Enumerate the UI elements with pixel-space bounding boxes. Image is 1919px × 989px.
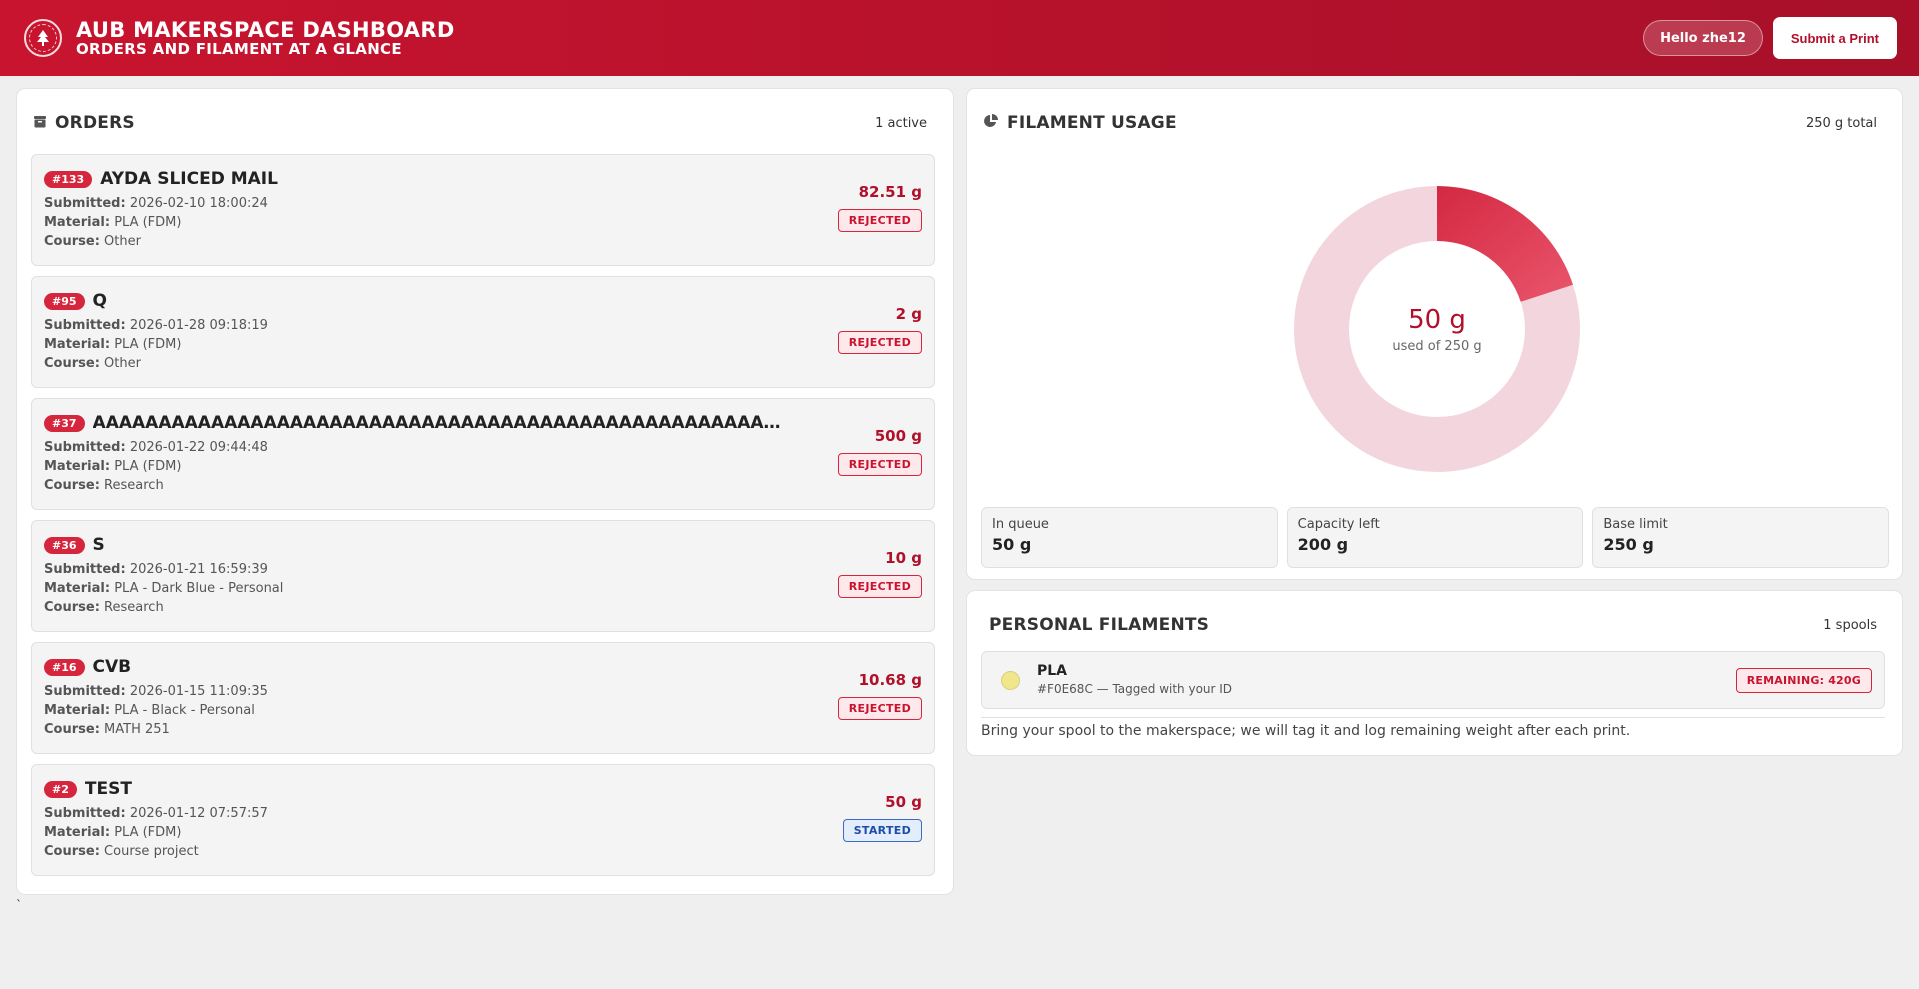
order-course: Course: Other (44, 356, 141, 371)
brand: AUB MAKERSPACE DASHBOARD ORDERS AND FILA… (24, 19, 455, 58)
order-submitted: Submitted: 2026-01-12 07:57:57 (44, 806, 268, 821)
order-course: Course: Research (44, 478, 164, 493)
filament-usage-card: FILAMENT USAGE 250 g total 50 g used of … (966, 88, 1903, 580)
spool-item[interactable]: PLA #F0E68C — Tagged with your ID REMAIN… (981, 651, 1885, 709)
order-name: Q (92, 291, 107, 311)
spool-remaining-badge: REMAINING: 420G (1735, 668, 1872, 693)
order-item[interactable]: #133 AYDA SLICED MAIL Submitted: 2026-02… (31, 154, 935, 266)
stray-text: ` (16, 898, 22, 912)
order-material: Material: PLA - Black - Personal (44, 703, 255, 718)
order-id-badge: #37 (44, 414, 85, 432)
order-id-badge: #2 (44, 780, 77, 798)
donut-used-label: used of 250 g (1392, 338, 1482, 354)
stat-value: 250 g (1603, 535, 1654, 554)
order-name: CVB (92, 657, 132, 677)
order-item[interactable]: #16 CVB Submitted: 2026-01-15 11:09:35 M… (31, 642, 935, 754)
order-material: Material: PLA - Dark Blue - Personal (44, 581, 284, 596)
stat-value: 50 g (992, 535, 1032, 554)
order-item[interactable]: #36 S Submitted: 2026-01-21 16:59:39 Mat… (31, 520, 935, 632)
spool-meta: #F0E68C — Tagged with your ID (1037, 682, 1233, 696)
order-id-badge: #36 (44, 536, 85, 554)
submit-print-button[interactable]: Submit a Print (1772, 17, 1897, 59)
orders-title: ORDERS (55, 113, 135, 133)
order-material: Material: PLA (FDM) (44, 215, 182, 230)
top-bar: AUB MAKERSPACE DASHBOARD ORDERS AND FILA… (0, 0, 1919, 76)
personal-filaments-title: PERSONAL FILAMENTS (989, 615, 1210, 635)
usage-donut-chart: 50 g used of 250 g (1265, 157, 1609, 501)
order-item[interactable]: #37 AAAAAAAAAAAAAAAAAAAAAAAAAAAAAAAAAAAA… (31, 398, 935, 510)
usage-stats: In queue 50 g Capacity left 200 g Base l… (981, 507, 1890, 568)
divider (981, 717, 1885, 718)
order-weight: 500 g (874, 427, 922, 445)
order-name: TEST (84, 779, 132, 799)
user-greeting[interactable]: Hello zhe12 (1643, 20, 1763, 56)
order-weight: 50 g (885, 793, 922, 811)
order-material: Material: PLA (FDM) (44, 825, 182, 840)
order-submitted: Submitted: 2026-01-21 16:59:39 (44, 562, 268, 577)
spool-name: PLA (1037, 663, 1068, 679)
order-weight: 10 g (885, 549, 922, 567)
order-weight: 82.51 g (858, 183, 922, 201)
order-status-badge: REJECTED (837, 209, 922, 232)
stat-label: Capacity left (1297, 517, 1380, 532)
order-course: Course: Research (44, 600, 164, 615)
order-id-badge: #133 (44, 170, 93, 188)
spool-note: Bring your spool to the makerspace; we w… (981, 723, 1631, 739)
order-submitted: Submitted: 2026-02-10 18:00:24 (44, 196, 268, 211)
pie-chart-icon (983, 113, 999, 134)
order-name: AAAAAAAAAAAAAAAAAAAAAAAAAAAAAAAAAAAAAAAA… (92, 413, 783, 433)
orders-active-count: 1 active (875, 115, 927, 131)
order-submitted: Submitted: 2026-01-15 11:09:35 (44, 684, 268, 699)
donut-used-value: 50 g (1408, 304, 1466, 335)
order-submitted: Submitted: 2026-01-22 09:44:48 (44, 440, 268, 455)
order-material: Material: PLA (FDM) (44, 337, 182, 352)
order-submitted: Submitted: 2026-01-28 09:18:19 (44, 318, 268, 333)
stat-value: 200 g (1297, 535, 1349, 554)
filament-usage-title: FILAMENT USAGE (1007, 113, 1177, 133)
order-item[interactable]: #2 TEST Submitted: 2026-01-12 07:57:57 M… (31, 764, 935, 876)
app-title: AUB MAKERSPACE DASHBOARD (76, 17, 455, 42)
order-id-badge: #16 (44, 658, 85, 676)
order-course: Course: Other (44, 234, 141, 249)
orders-list: #133 AYDA SLICED MAIL Submitted: 2026-02… (31, 154, 935, 886)
personal-filaments-card: PERSONAL FILAMENTS 1 spools PLA #F0E68C … (966, 590, 1903, 756)
order-material: Material: PLA (FDM) (44, 459, 182, 474)
order-status-badge: REJECTED (837, 331, 922, 354)
app-subtitle: ORDERS AND FILAMENT AT A GLANCE (76, 39, 402, 58)
order-course: Course: Course project (44, 844, 199, 859)
stat-label: In queue (992, 517, 1049, 532)
stat-label: Base limit (1603, 517, 1668, 532)
order-status-badge: REJECTED (837, 575, 922, 598)
order-status-badge: STARTED (842, 819, 922, 842)
order-status-badge: REJECTED (837, 697, 922, 720)
order-name: S (92, 535, 105, 555)
filament-total: 250 g total (1805, 115, 1877, 131)
usage-stat: Base limit 250 g (1592, 507, 1890, 568)
usage-stat: Capacity left 200 g (1286, 507, 1584, 568)
order-id-badge: #95 (44, 292, 85, 310)
order-course: Course: MATH 251 (44, 722, 170, 737)
order-weight: 10.68 g (858, 671, 922, 689)
spool-color-swatch (1001, 671, 1020, 690)
orders-card: ORDERS 1 active #133 AYDA SLICED MAIL Su… (16, 88, 954, 895)
order-weight: 2 g (895, 305, 922, 323)
order-item[interactable]: #95 Q Submitted: 2026-01-28 09:18:19 Mat… (31, 276, 935, 388)
order-name: AYDA SLICED MAIL (100, 169, 278, 189)
spool-count: 1 spools (1823, 617, 1877, 633)
box-icon (33, 113, 47, 133)
aub-logo-icon (24, 18, 62, 57)
order-status-badge: REJECTED (837, 453, 922, 476)
usage-stat: In queue 50 g (981, 507, 1278, 568)
